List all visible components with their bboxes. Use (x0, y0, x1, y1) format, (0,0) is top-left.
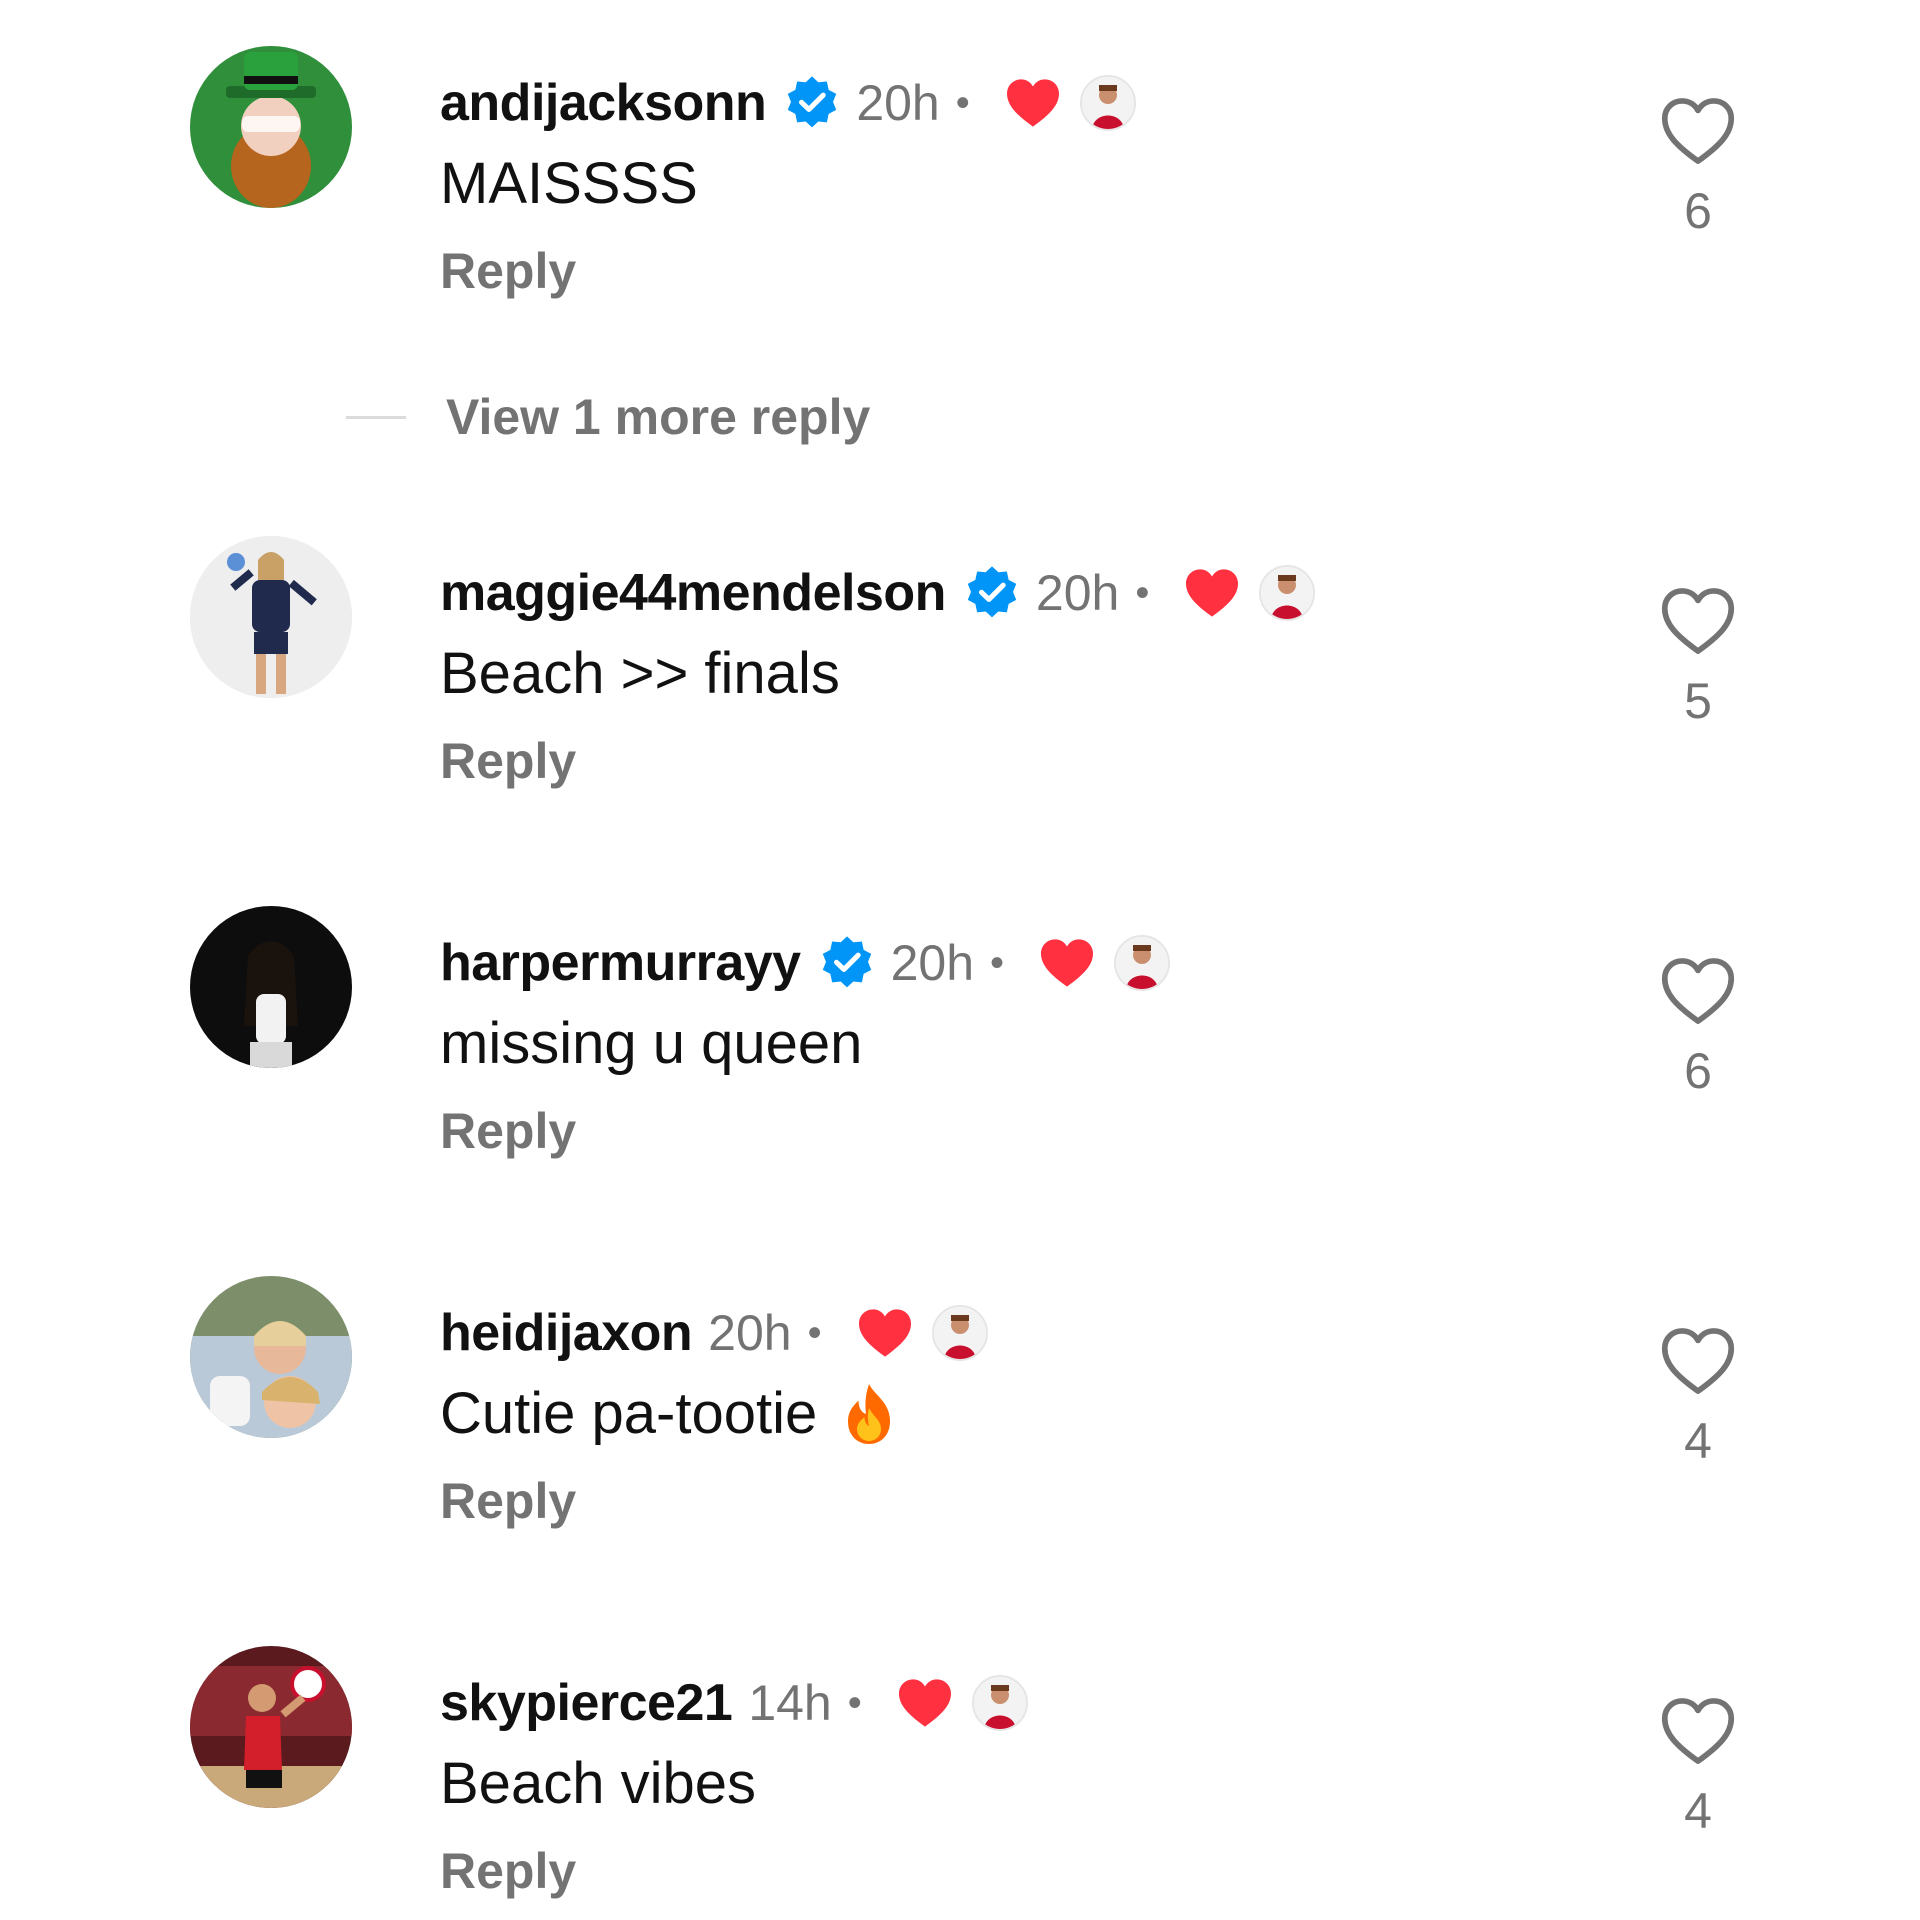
like-count: 4 (1684, 1783, 1712, 1839)
user-avatar[interactable] (190, 46, 352, 208)
author-avatar-icon (931, 1305, 988, 1361)
comment-item: harpermurrayy 20h • missing u queen Repl… (0, 906, 1920, 1206)
username[interactable]: maggie44mendelson (440, 563, 946, 623)
verified-badge-icon (784, 75, 840, 131)
user-avatar[interactable] (190, 906, 352, 1068)
comment-text: MAISSSS (440, 150, 698, 217)
comment-header: skypierce21 14h • (440, 1668, 1028, 1738)
verified-badge-icon (819, 935, 875, 991)
reply-button[interactable]: Reply (440, 1842, 576, 1900)
fire-emoji-icon (839, 1381, 899, 1447)
selfie-avatar-icon (190, 1276, 352, 1438)
like-heart-icon[interactable] (1660, 586, 1736, 656)
reply-button[interactable]: Reply (440, 242, 576, 300)
username[interactable]: heidijaxon (440, 1303, 693, 1363)
separator-dot: • (807, 1310, 822, 1355)
comment-text: missing u queen (440, 1010, 862, 1077)
user-avatar[interactable] (190, 536, 352, 698)
username[interactable]: andijacksonn (440, 73, 767, 133)
like-heart-icon[interactable] (1660, 1326, 1736, 1396)
comment-item: skypierce21 14h • Beach vibes Reply 4 (0, 1646, 1920, 1920)
leprechaun-avatar-icon (190, 46, 352, 208)
divider-line (346, 415, 406, 419)
author-avatar-icon (1259, 565, 1316, 621)
like-heart-icon[interactable] (1660, 956, 1736, 1026)
like-count: 6 (1684, 1043, 1712, 1099)
reply-button[interactable]: Reply (440, 732, 576, 790)
view-more-replies-label: View 1 more reply (446, 389, 871, 445)
comment-time: 20h (856, 75, 940, 131)
user-avatar[interactable] (190, 1276, 352, 1438)
reply-button[interactable]: Reply (440, 1102, 576, 1160)
comment-header: heidijaxon 20h • (440, 1298, 988, 1368)
like-count: 4 (1684, 1413, 1712, 1469)
comment-text: Beach vibes (440, 1750, 756, 1817)
liked-by-author-heart-icon (1038, 937, 1096, 989)
comment-time: 20h (708, 1305, 792, 1361)
username[interactable]: skypierce21 (440, 1673, 733, 1733)
liked-by-author-heart-icon (896, 1677, 954, 1729)
verified-badge-icon (964, 565, 1020, 621)
like-heart-icon[interactable] (1660, 96, 1736, 166)
reply-button[interactable]: Reply (440, 1472, 576, 1530)
separator-dot: • (955, 80, 970, 125)
author-avatar-icon (1079, 75, 1136, 131)
author-avatar-icon (971, 1675, 1028, 1731)
user-avatar[interactable] (190, 1646, 352, 1808)
comment-item: maggie44mendelson 20h • Beach >> finals … (0, 536, 1920, 836)
liked-by-author-heart-icon (1183, 567, 1241, 619)
comments-thread: andijacksonn 20h • MAISSSS Reply 6 View … (0, 0, 1920, 1920)
like-count: 6 (1684, 183, 1712, 239)
comment-time: 20h (1035, 565, 1120, 621)
author-avatar-icon (1114, 935, 1171, 991)
separator-dot: • (847, 1680, 862, 1725)
like-count: 5 (1684, 673, 1712, 729)
comment-time: 20h (890, 935, 975, 991)
comment-text-content: MAISSSS (440, 151, 698, 216)
username[interactable]: harpermurrayy (440, 933, 801, 993)
comment-text-content: missing u queen (440, 1011, 863, 1076)
comment-text-content: Beach vibes (440, 1751, 756, 1816)
comment-item: heidijaxon 20h • Cutie pa-tootie Reply 4 (0, 1276, 1920, 1576)
separator-dot: • (1135, 570, 1150, 615)
volleyball-player-avatar-icon (190, 536, 352, 698)
separator-dot: • (990, 940, 1005, 985)
comment-text: Cutie pa-tootie (440, 1380, 899, 1447)
view-more-replies-button[interactable]: View 1 more reply (346, 388, 870, 446)
comment-item: andijacksonn 20h • MAISSSS Reply 6 (0, 46, 1920, 346)
comment-header: harpermurrayy 20h • (440, 928, 1171, 998)
comment-header: maggie44mendelson 20h • (440, 558, 1316, 628)
comment-text-content: Cutie pa-tootie (440, 1381, 818, 1446)
comment-time: 14h (748, 1675, 832, 1731)
comment-text-content: Beach >> finals (440, 641, 840, 706)
liked-by-author-heart-icon (856, 1307, 914, 1359)
night-photo-avatar-icon (190, 906, 352, 1068)
comment-text: Beach >> finals (440, 640, 840, 707)
court-player-avatar-icon (190, 1646, 352, 1808)
comment-header: andijacksonn 20h • (440, 68, 1136, 138)
liked-by-author-heart-icon (1004, 77, 1062, 129)
like-heart-icon[interactable] (1660, 1696, 1736, 1766)
